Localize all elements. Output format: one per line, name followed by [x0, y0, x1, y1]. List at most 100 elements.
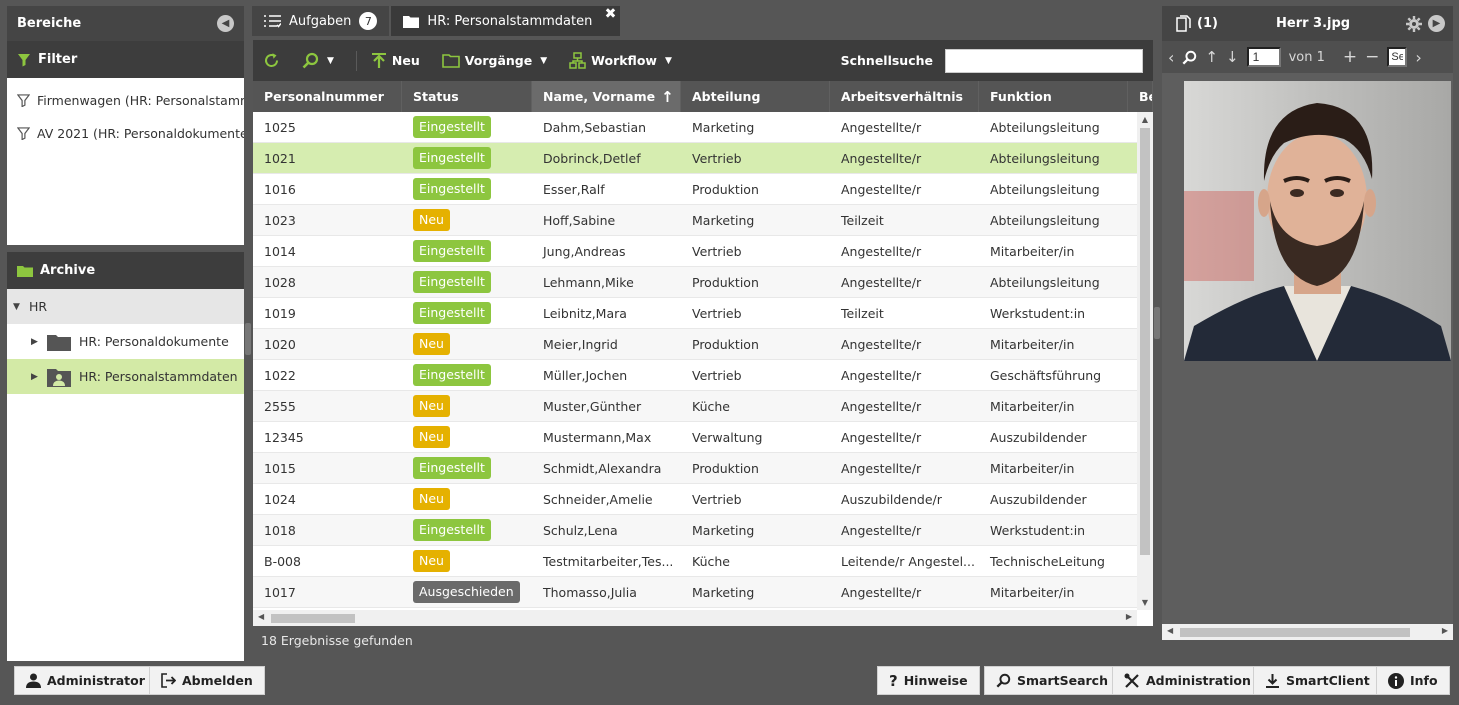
next-icon[interactable]: › — [1415, 48, 1421, 67]
close-tab-icon[interactable]: ✖ — [605, 6, 617, 22]
search-icon[interactable] — [1182, 50, 1197, 65]
right-splitter-handle[interactable] — [1154, 307, 1160, 339]
column-header[interactable]: Be — [1128, 81, 1153, 112]
column-header[interactable]: Arbeitsverhältnis — [830, 81, 979, 112]
table-row[interactable]: 1017 Ausgeschieden Thomasso,Julia Marketing… — [253, 577, 1137, 608]
column-header[interactable]: Abteilung — [681, 81, 830, 112]
page-down-icon[interactable]: ↓ — [1226, 48, 1239, 66]
table-row[interactable]: 1023 Neu Hoff,Sabine Marketing Teilzeit Abtei… — [253, 205, 1137, 236]
table-cell: Ausgeschieden — [402, 577, 532, 607]
smartclient-button[interactable]: SmartClient — [1253, 666, 1382, 695]
table-cell: Küche — [692, 553, 730, 569]
collapsed-arrow-icon[interactable]: ▶ — [31, 372, 39, 382]
column-header[interactable]: Personalnummer — [253, 81, 402, 112]
left-splitter-handle[interactable] — [245, 323, 251, 355]
hints-button[interactable]: ? Hinweise — [877, 666, 980, 695]
table-row[interactable]: 1015 Eingestellt Schmidt,Alexandra Produkti… — [253, 453, 1137, 484]
table-cell: Eingestellt — [402, 143, 532, 173]
tree-root-hr[interactable]: ▼ HR — [7, 289, 244, 324]
tree-item-personalstammdaten[interactable]: ▶ HR: Personalstammdaten — [7, 359, 244, 394]
filter-header[interactable]: Filter — [7, 41, 244, 78]
document-count[interactable]: (1) — [1176, 15, 1276, 32]
new-button[interactable]: Neu — [371, 52, 420, 69]
quicksearch-input[interactable] — [945, 48, 1143, 73]
zoom-in-icon[interactable]: + — [1343, 47, 1357, 67]
workflow-dropdown[interactable]: Workflow ▼ — [569, 52, 672, 69]
scroll-up-icon[interactable]: ▲ — [1137, 115, 1153, 124]
chevron-down-icon: ▼ — [540, 55, 548, 66]
table-row[interactable]: 1019 Eingestellt Leibnitz,Mara Vertrieb Teil… — [253, 298, 1137, 329]
scroll-right-icon[interactable]: ▶ — [1442, 626, 1448, 635]
tools-icon — [1124, 673, 1140, 689]
vertical-scrollbar[interactable]: ▲ ▼ — [1137, 112, 1153, 610]
filter-list: Firmenwagen (HR: Personalstamm AV 2021 (… — [7, 78, 244, 245]
info-button[interactable]: Info — [1376, 666, 1450, 695]
collapse-right-button[interactable]: ▶ — [1428, 15, 1445, 32]
fit-mode-select[interactable] — [1387, 47, 1408, 67]
table-cell: Angestellte/r — [841, 584, 922, 600]
table-row[interactable]: 2555 Neu Muster,Günther Küche Angestellte/r M… — [253, 391, 1137, 422]
viewer-horizontal-scrollbar[interactable]: ◀ ▶ — [1162, 624, 1453, 640]
zoom-out-icon[interactable]: − — [1365, 47, 1379, 67]
table-row[interactable]: 1028 Eingestellt Lehmann,Mike Produktion Ang… — [253, 267, 1137, 298]
page-up-icon[interactable]: ↑ — [1205, 48, 1218, 66]
table-row[interactable]: 1025 Eingestellt Dahm,Sebastian Marketing An… — [253, 112, 1137, 143]
column-header[interactable]: Funktion — [979, 81, 1128, 112]
page-of-label: von 1 — [1288, 49, 1325, 65]
scroll-right-icon[interactable]: ▶ — [1126, 612, 1132, 621]
administrator-user-button[interactable]: Administrator — [14, 666, 157, 695]
column-header[interactable]: Name, Vorname ↑ — [532, 81, 681, 112]
tab-tasks[interactable]: Aufgaben 7 — [252, 6, 390, 36]
folder-icon — [47, 333, 71, 351]
search-dropdown-button[interactable]: ▼ — [302, 52, 334, 69]
refresh-button[interactable] — [263, 52, 280, 69]
table-cell: Angestellte/r — [841, 522, 922, 538]
scroll-left-icon[interactable]: ◀ — [1167, 626, 1173, 635]
table-cell: Schneider,Amelie — [543, 491, 653, 507]
table-row[interactable]: 1020 Neu Meier,Ingrid Produktion Angestellte… — [253, 329, 1137, 360]
filter-item[interactable]: AV 2021 (HR: Personaldokumente) — [7, 117, 244, 150]
previous-icon[interactable]: ‹ — [1168, 48, 1174, 67]
archive-header[interactable]: Archive — [7, 252, 244, 289]
table-cell: Vertrieb — [692, 367, 742, 383]
table-cell: Schulz,Lena — [543, 522, 618, 538]
scroll-down-icon[interactable]: ▼ — [1137, 598, 1153, 607]
administration-button[interactable]: Administration — [1112, 666, 1263, 695]
results-grid: Personalnummer Status Name, Vorname ↑ Abteil… — [253, 81, 1153, 626]
archive-title: Archive — [40, 263, 96, 278]
scroll-left-icon[interactable]: ◀ — [258, 612, 264, 621]
table-row[interactable]: 1021 Eingestellt Dobrinck,Detlef Vertrieb An… — [253, 143, 1137, 174]
scrollbar-thumb[interactable] — [1140, 128, 1150, 555]
table-row[interactable]: 1022 Eingestellt Müller,Jochen Vertrieb Ange… — [253, 360, 1137, 391]
table-row[interactable]: 1016 Eingestellt Esser,Ralf Produktion Anges… — [253, 174, 1137, 205]
smartsearch-button[interactable]: SmartSearch — [984, 666, 1120, 695]
scrollbar-thumb[interactable] — [1180, 628, 1410, 637]
status-badge: Neu — [413, 550, 450, 572]
tree-item-personaldokumente[interactable]: ▶ HR: Personaldokumente — [7, 324, 244, 359]
page-number-input[interactable] — [1246, 47, 1281, 67]
column-header[interactable]: Status — [402, 81, 532, 112]
collapse-left-button[interactable]: ◀ — [217, 15, 234, 32]
collapsed-arrow-icon[interactable]: ▶ — [31, 337, 39, 347]
table-cell: 1016 — [264, 181, 296, 197]
expanded-arrow-icon[interactable]: ▼ — [13, 302, 21, 312]
processes-dropdown[interactable]: Vorgänge ▼ — [441, 53, 548, 68]
table-row[interactable]: 1024 Neu Schneider,Amelie Vertrieb Auszubild… — [253, 484, 1137, 515]
processes-label: Vorgänge — [464, 53, 533, 68]
search-icon — [996, 673, 1011, 688]
tab-personalstammdaten[interactable]: HR: Personalstammdaten ✖ — [391, 6, 621, 36]
table-row[interactable]: 1018 Eingestellt Schulz,Lena Marketing Anges… — [253, 515, 1137, 546]
table-row[interactable]: 12345 Neu Mustermann,Max Verwaltung Angestel… — [253, 422, 1137, 453]
scrollbar-thumb[interactable] — [271, 614, 355, 623]
table-cell: Marketing — [692, 584, 755, 600]
download-icon — [1265, 673, 1280, 688]
filter-item[interactable]: Firmenwagen (HR: Personalstamm — [7, 84, 244, 117]
table-row[interactable]: B-008 Neu Testmitarbeiter,Tes... Küche Leite… — [253, 546, 1137, 577]
gear-icon[interactable] — [1406, 15, 1422, 32]
table-row[interactable]: 1014 Eingestellt Jung,Andreas Vertrieb Anges… — [253, 236, 1137, 267]
info-label: Info — [1410, 673, 1438, 688]
horizontal-scrollbar[interactable]: ◀ ▶ — [253, 610, 1137, 626]
logout-button[interactable]: Abmelden — [149, 666, 265, 695]
status-badge: Neu — [413, 395, 450, 417]
tab-label: HR: Personalstammdaten — [427, 13, 593, 29]
